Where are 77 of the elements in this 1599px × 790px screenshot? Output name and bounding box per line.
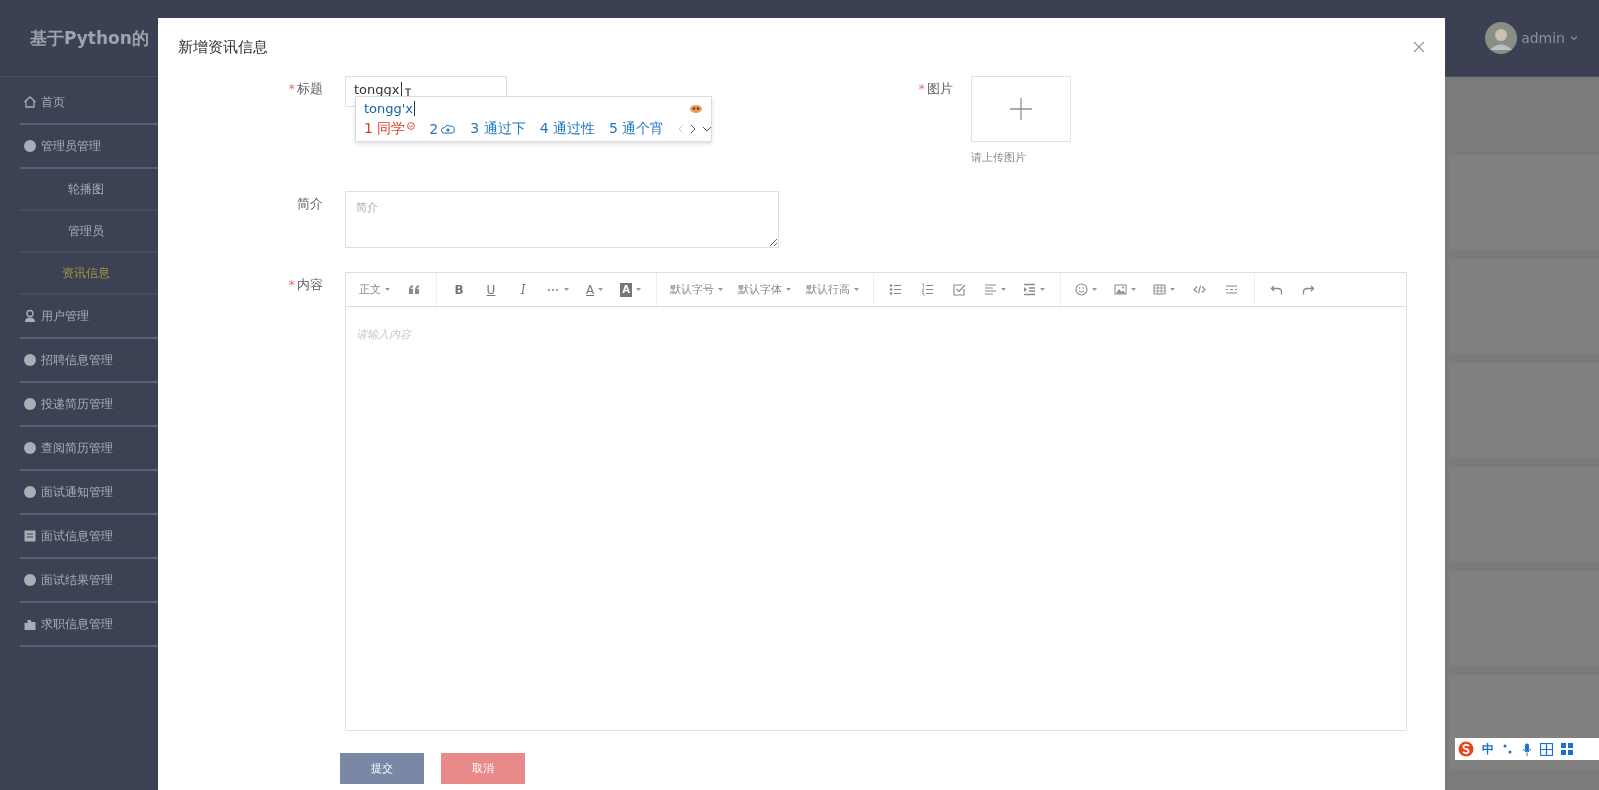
intro-textarea[interactable]: 简介 bbox=[345, 191, 779, 248]
bullet-list-icon bbox=[889, 283, 903, 296]
numbered-list-icon bbox=[921, 283, 935, 296]
toolbar-button[interactable]: B bbox=[443, 278, 475, 301]
menu-icon bbox=[23, 397, 37, 411]
caret-icon bbox=[784, 286, 792, 293]
close-icon[interactable] bbox=[1413, 41, 1425, 53]
caret-icon bbox=[1090, 286, 1098, 293]
user-name[interactable]: admin bbox=[1521, 30, 1565, 46]
ime-candidate[interactable]: 3 通过下 bbox=[470, 120, 526, 138]
menu-icon bbox=[23, 573, 37, 587]
redo-icon bbox=[1302, 283, 1316, 296]
caret-icon bbox=[1129, 286, 1137, 293]
microphone-icon[interactable] bbox=[1522, 742, 1532, 756]
quote-icon bbox=[407, 283, 421, 296]
app-title: 基于Python的 bbox=[29, 26, 150, 50]
menu-icon bbox=[23, 309, 37, 323]
field-label: 简介 bbox=[297, 196, 323, 211]
caret-icon bbox=[1168, 286, 1176, 293]
ime-candidate[interactable]: 4 通过性 bbox=[539, 120, 595, 138]
toolbar-dropdown[interactable]: 默认字号 bbox=[662, 278, 731, 301]
field-label: 内容 bbox=[297, 277, 323, 292]
undo-icon bbox=[1270, 283, 1284, 296]
table-icon bbox=[1152, 283, 1166, 296]
required-mark: * bbox=[918, 81, 925, 96]
toolbar-button[interactable]: A bbox=[612, 278, 650, 301]
smiley-icon bbox=[1074, 283, 1088, 296]
cloud-icon bbox=[440, 124, 457, 134]
dialog-title: 新增资讯信息 bbox=[178, 37, 268, 57]
checkbox-icon bbox=[953, 283, 967, 296]
toolbar-button[interactable]: I bbox=[507, 278, 539, 301]
submit-button[interactable]: 提交 bbox=[340, 753, 424, 784]
menu-icon bbox=[23, 529, 37, 543]
caret-icon bbox=[563, 286, 570, 293]
ime-candidate[interactable]: 2 bbox=[429, 121, 457, 137]
toolbar-button[interactable]: U bbox=[475, 278, 507, 301]
field-label: 图片 bbox=[927, 81, 953, 96]
menu-icon bbox=[23, 139, 37, 153]
caret-icon bbox=[852, 286, 860, 293]
expand-icon[interactable] bbox=[702, 126, 713, 132]
upload-hint: 请上传图片 bbox=[971, 150, 1027, 165]
ime-candidate[interactable]: 1 同学 bbox=[364, 120, 416, 138]
toolbar-button[interactable]: A bbox=[578, 278, 613, 301]
image-icon bbox=[1113, 283, 1127, 296]
required-mark: * bbox=[288, 277, 295, 292]
divider-icon bbox=[1225, 283, 1239, 296]
menu-icon bbox=[23, 617, 37, 631]
plus-icon bbox=[1010, 98, 1032, 120]
caret-icon bbox=[384, 286, 391, 293]
ime-mode[interactable]: 中 bbox=[1482, 740, 1494, 758]
menu-icon bbox=[23, 441, 37, 455]
align-icon bbox=[983, 283, 997, 296]
toolbar-dropdown[interactable]: 默认字体 bbox=[730, 278, 799, 301]
menu-icon bbox=[23, 485, 37, 499]
punctuation-icon[interactable] bbox=[1502, 743, 1514, 755]
toolbar-dropdown[interactable]: 正文 bbox=[352, 278, 398, 301]
ime-composition: tongg'x bbox=[364, 101, 416, 116]
caret-icon[interactable] bbox=[1569, 33, 1579, 43]
menu-icon bbox=[23, 353, 37, 367]
skin-icon[interactable] bbox=[689, 103, 703, 114]
menu-icon bbox=[23, 95, 37, 109]
check-icon bbox=[407, 122, 416, 130]
ime-candidate[interactable]: 5 通个宵 bbox=[609, 120, 665, 138]
caret-icon bbox=[597, 286, 605, 293]
avatar-icon[interactable] bbox=[1485, 22, 1518, 54]
ime-logo-icon[interactable] bbox=[1458, 741, 1474, 757]
cancel-button[interactable]: 取消 bbox=[441, 753, 525, 784]
required-mark: * bbox=[288, 81, 295, 96]
caret-icon bbox=[1038, 286, 1046, 293]
caret-icon bbox=[716, 286, 724, 293]
caret-icon bbox=[634, 286, 642, 293]
code-icon bbox=[1193, 283, 1207, 296]
caret-icon bbox=[999, 286, 1007, 293]
field-label: 标题 bbox=[297, 81, 323, 96]
toolbar-dropdown[interactable]: 默认行高 bbox=[798, 278, 867, 301]
next-icon[interactable] bbox=[690, 124, 697, 134]
indent-icon bbox=[1022, 283, 1036, 296]
